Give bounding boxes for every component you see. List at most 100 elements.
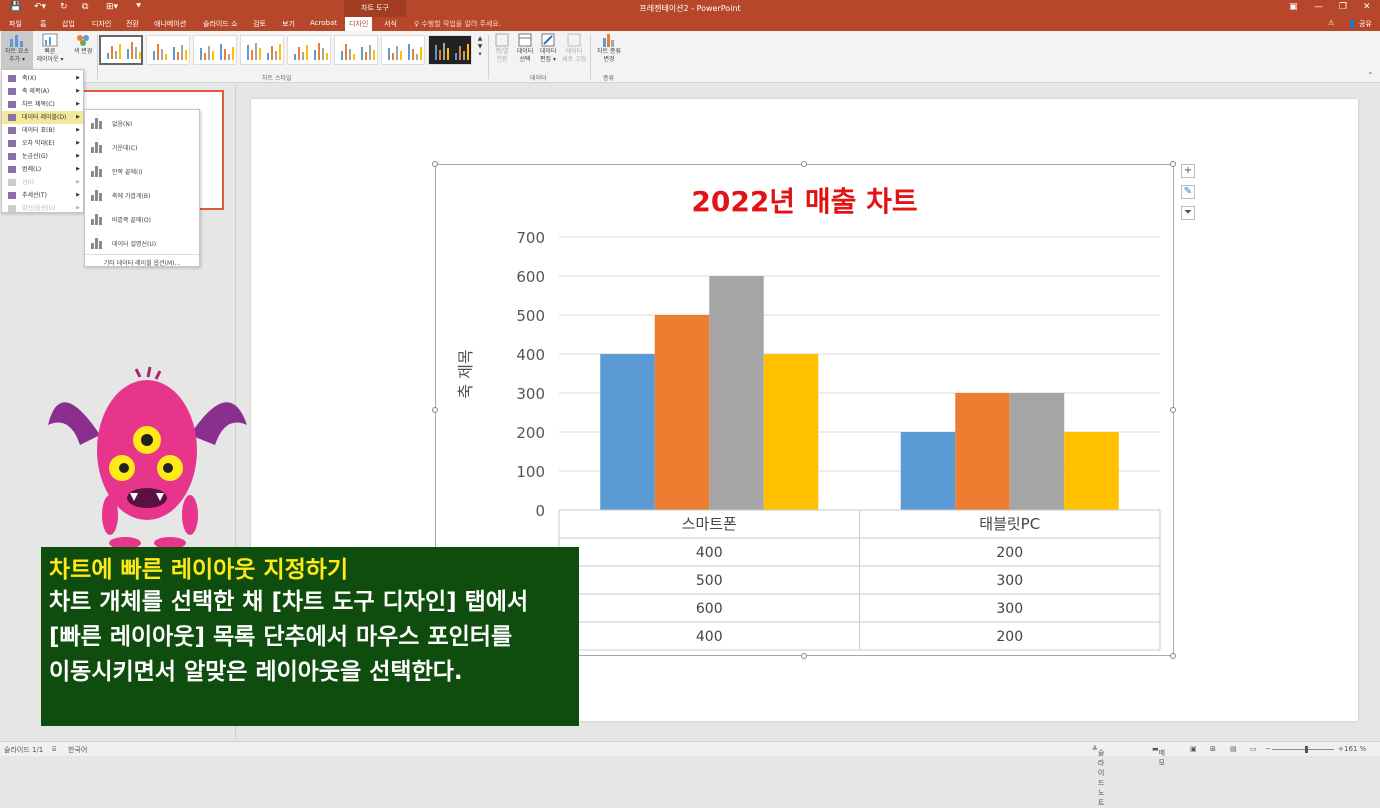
- language-indicator[interactable]: 한국어: [68, 745, 87, 755]
- chart-style-option[interactable]: [240, 35, 284, 65]
- menu-item-label: 추세선(T): [22, 192, 47, 199]
- maximize-icon[interactable]: ❐: [1339, 2, 1347, 12]
- category-label: 태블릿PC: [979, 515, 1040, 533]
- close-icon[interactable]: ✕: [1363, 2, 1371, 12]
- submenu-item[interactable]: 축에 가깝게(B): [85, 183, 199, 207]
- add-chart-element-button[interactable]: 차트 요소 추가 ▾: [1, 31, 33, 71]
- tab-animations[interactable]: 애니메이션: [154, 19, 186, 29]
- zoom-out-icon[interactable]: −: [1265, 745, 1271, 753]
- submenu-arrow-icon: ▶: [76, 192, 80, 198]
- menu-item[interactable]: 축 제목(A) ▶: [2, 85, 83, 98]
- menu-item[interactable]: 양선/음선(U) ▶: [2, 202, 83, 215]
- slide-sorter-icon[interactable]: ⊞: [1210, 745, 1216, 753]
- menu-item[interactable]: 데이터 표(B) ▶: [2, 124, 83, 137]
- ribbon-display-icon[interactable]: ▣: [1289, 2, 1298, 12]
- tab-file[interactable]: 파일: [9, 19, 22, 29]
- quick-layout-icon: [42, 33, 58, 47]
- change-chart-type-button[interactable]: 차트 종류 변경: [593, 31, 625, 64]
- style-thumb-bar: [165, 54, 167, 60]
- style-thumb-bar: [157, 44, 159, 60]
- style-thumb-bar: [345, 44, 347, 60]
- menu-item[interactable]: 오차 막대(E) ▶: [2, 137, 83, 150]
- status-bar: 슬라이드 1/1 ⌸ 한국어 ≜ 슬라이드 노트 ▬ 메모 ▣ ⊞ ▤ ▭ − …: [0, 741, 1380, 807]
- slide-counter: 슬라이드 1/1: [4, 746, 44, 754]
- style-thumb-bar: [400, 51, 402, 60]
- chart-styles-brush-icon[interactable]: ✎: [1181, 185, 1195, 199]
- chart-style-option[interactable]: [146, 35, 190, 65]
- share-button[interactable]: 👤 공유: [1348, 19, 1372, 29]
- comments-button[interactable]: ▬ 메모: [1152, 745, 1165, 767]
- tell-me-search[interactable]: ♀ 수행할 작업을 알려 주세요.: [414, 19, 501, 29]
- zoom-level[interactable]: 161 %: [1344, 745, 1366, 753]
- menu-item-label: 선(I): [22, 179, 34, 186]
- bar: [654, 315, 710, 510]
- menu-item-label: 양선/음선(U): [22, 205, 56, 212]
- menu-item-label: 축(X): [22, 75, 37, 82]
- icon-bar: [99, 193, 102, 201]
- slideshow-view-icon[interactable]: ▭: [1250, 745, 1257, 753]
- tab-chart-design[interactable]: 디자인: [345, 17, 373, 31]
- menu-item[interactable]: 선(I) ▶: [2, 176, 83, 189]
- tab-chart-format[interactable]: 서식: [384, 19, 397, 29]
- switch-row-column-button[interactable]: 행/열 전환: [491, 31, 513, 64]
- menu-item[interactable]: 데이터 레이블(D) ▶: [2, 111, 83, 124]
- tab-transitions[interactable]: 전환: [126, 19, 139, 29]
- notes-button[interactable]: ≜ 슬라이드 노트: [1092, 745, 1104, 807]
- chart-style-option[interactable]: [193, 35, 237, 65]
- menu-item[interactable]: 추세선(T) ▶: [2, 189, 83, 202]
- tab-acrobat[interactable]: Acrobat: [310, 19, 337, 27]
- spellcheck-icon[interactable]: ⌸: [52, 745, 56, 754]
- palette-icon: [77, 35, 89, 46]
- tab-design[interactable]: 디자인: [92, 19, 111, 29]
- icon-bar: [91, 219, 94, 225]
- y-tick-label: 300: [516, 385, 545, 403]
- tab-home[interactable]: 홈: [40, 19, 46, 29]
- chart-style-option[interactable]: [99, 35, 143, 65]
- more-data-label-options[interactable]: 기타 데이터 레이블 옵션(M)...: [85, 254, 199, 267]
- submenu-item[interactable]: 데이터 설명선(U): [85, 231, 199, 255]
- select-data-button[interactable]: 데이터 선택: [514, 31, 536, 64]
- menu-item[interactable]: 축(X) ▶: [2, 72, 83, 85]
- refresh-data-label: 데이터 새로 고침: [562, 48, 586, 63]
- chart-style-option[interactable]: [428, 35, 472, 65]
- submenu-arrow-icon: ▶: [76, 205, 80, 211]
- submenu-item[interactable]: 없음(N): [85, 111, 199, 135]
- collapse-ribbon-icon[interactable]: ⌃: [1367, 71, 1374, 80]
- zoom-slider[interactable]: [1272, 749, 1334, 750]
- tab-review[interactable]: 검토: [253, 19, 266, 29]
- data-label-option-icon: [90, 115, 104, 129]
- zoom-in-icon[interactable]: +: [1338, 745, 1344, 753]
- tab-slideshow[interactable]: 슬라이드 쇼: [203, 19, 237, 29]
- share-label: 공유: [1358, 20, 1372, 28]
- chart-style-option[interactable]: [287, 35, 331, 65]
- chart-style-option[interactable]: [334, 35, 378, 65]
- edit-data-button[interactable]: 데이터 편집 ▾: [537, 31, 559, 64]
- refresh-data-button[interactable]: 데이터 새로 고침: [561, 31, 587, 64]
- chart-elements-icon[interactable]: +: [1181, 164, 1195, 178]
- quick-layout-button[interactable]: 빠른 레이아웃 ▾: [34, 31, 66, 64]
- zoom-slider-thumb[interactable]: [1305, 746, 1308, 753]
- chart-style-option[interactable]: [381, 35, 425, 65]
- style-thumb-bar: [228, 54, 230, 60]
- data-table-value: 500: [696, 573, 723, 589]
- normal-view-icon[interactable]: ▣: [1190, 745, 1197, 753]
- chart-filter-icon[interactable]: ⏷: [1181, 206, 1195, 220]
- gallery-more-icon[interactable]: ▲ ▼ ⯆: [476, 35, 484, 59]
- tab-view[interactable]: 보기: [282, 19, 295, 29]
- change-colors-button[interactable]: 색 변경: [68, 31, 98, 56]
- reading-view-icon[interactable]: ▤: [1230, 745, 1237, 753]
- menu-item[interactable]: 범례(L) ▶: [2, 163, 83, 176]
- submenu-item-label: 축에 가깝게(B): [112, 193, 151, 200]
- warning-icon[interactable]: ⚠: [1328, 19, 1334, 27]
- style-thumb-bar: [251, 50, 253, 60]
- style-thumb-bar: [115, 51, 117, 59]
- minimize-icon[interactable]: —: [1314, 2, 1323, 12]
- menu-item[interactable]: 차트 제목(C) ▶: [2, 98, 83, 111]
- submenu-item[interactable]: 가운데(C): [85, 135, 199, 159]
- submenu-item[interactable]: 안쪽 끝에(I): [85, 159, 199, 183]
- submenu-item[interactable]: 바깥쪽 끝에(O): [85, 207, 199, 231]
- icon-bar: [95, 118, 98, 129]
- style-thumb-bar: [361, 47, 363, 60]
- menu-item[interactable]: 눈금선(G) ▶: [2, 150, 83, 163]
- tab-insert[interactable]: 삽입: [62, 19, 75, 29]
